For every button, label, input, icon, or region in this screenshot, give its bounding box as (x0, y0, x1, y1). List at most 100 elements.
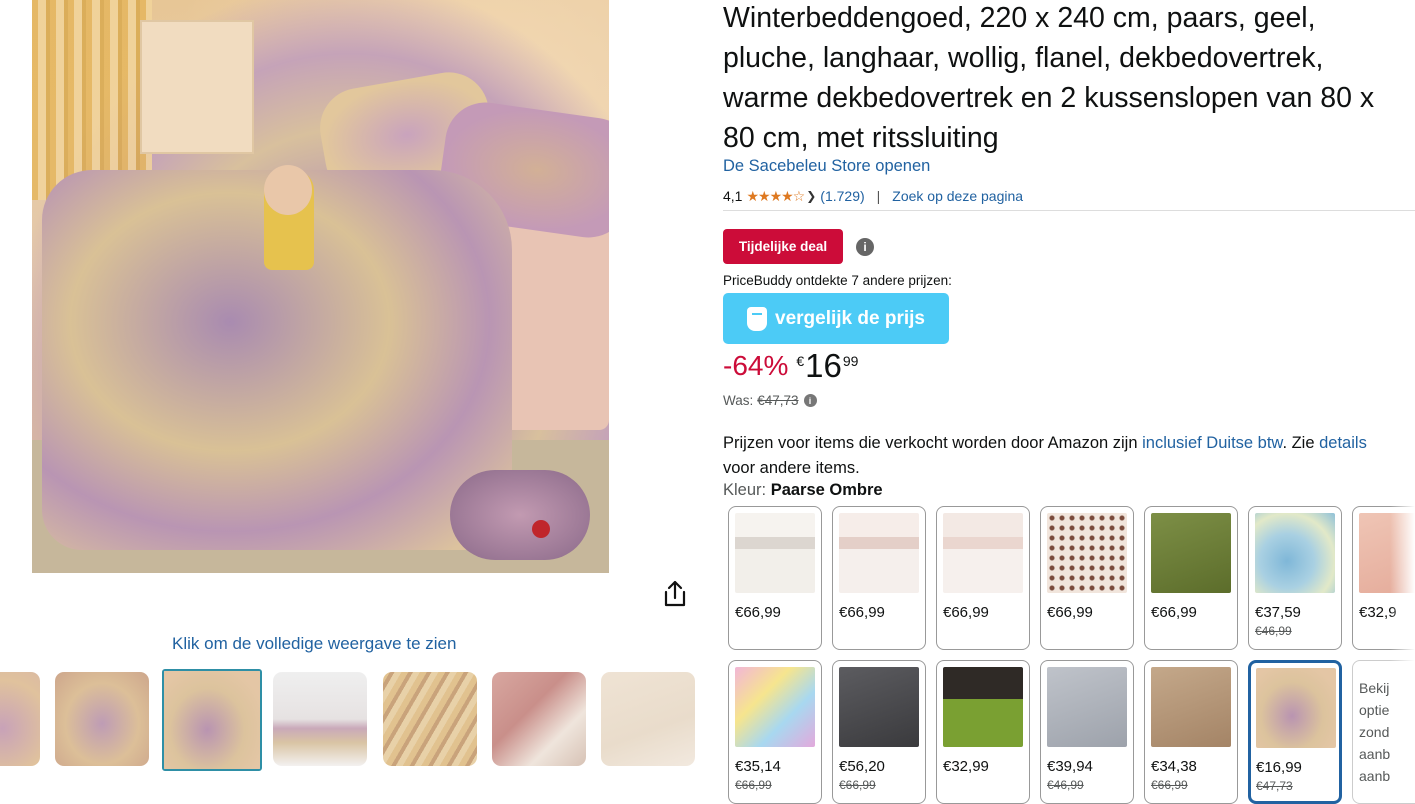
was-price-row: Was: €47,73 i (723, 393, 817, 408)
price-whole: 16 (805, 347, 842, 384)
swatch-row-fade (1390, 500, 1415, 796)
color-swatch[interactable]: €66,99 (936, 506, 1030, 650)
swatch-image (943, 667, 1023, 747)
swatch-image (1151, 513, 1231, 593)
swatch-image (1256, 668, 1336, 748)
image-heart-pillow (450, 470, 590, 560)
product-title-line: pluche, langhaar, wollig, flanel, dekbed… (723, 42, 1324, 74)
swatch-image (839, 667, 919, 747)
price-fraction: 99 (842, 353, 859, 369)
swatch-old-price: €66,99 (735, 778, 772, 792)
gallery-thumbnail-selected[interactable] (162, 669, 262, 771)
color-swatch[interactable]: €56,20 €66,99 (832, 660, 926, 804)
gallery-thumbnail[interactable] (383, 672, 477, 766)
swatch-image (839, 513, 919, 593)
vat-notice: Prijzen voor items die verkocht worden d… (723, 431, 1415, 481)
swatch-old-price: €46,99 (1047, 778, 1084, 792)
swatch-old-price: €46,99 (1255, 624, 1292, 638)
vat-text: . Zie (1282, 434, 1320, 452)
more-options-text: Bekij optie zond aanb aanb (1359, 677, 1390, 787)
pricebuddy-text: PriceBuddy ontdekte 7 andere prijzen: (723, 273, 952, 288)
color-swatch[interactable]: €37,59 €46,99 (1248, 506, 1342, 650)
info-icon[interactable]: i (803, 394, 817, 407)
color-swatch[interactable]: €32,99 (936, 660, 1030, 804)
vat-text: Prijzen voor items die verkocht worden d… (723, 434, 1143, 452)
pricebuddy-icon (747, 306, 768, 331)
product-title-line: 80 cm, met ritssluiting (723, 122, 999, 154)
details-link[interactable]: details (1319, 434, 1367, 452)
gallery-thumbnail[interactable] (55, 672, 149, 766)
more-options-line: aanb (1359, 768, 1391, 784)
swatch-price: €66,99 (943, 604, 989, 621)
discount-percentage: -64% (723, 350, 789, 381)
swatch-old-price: €66,99 (1151, 778, 1188, 792)
full-view-link[interactable]: Klik om de volledige weergave te zien (172, 634, 456, 654)
swatch-price: €35,14 (735, 758, 781, 775)
more-options-line: Bekij (1359, 680, 1390, 696)
color-swatch[interactable]: €66,99 (1040, 506, 1134, 650)
swatch-price: €32,99 (943, 758, 989, 775)
color-selector-label: Kleur: Paarse Ombre (723, 481, 883, 500)
color-label-key: Kleur: (723, 481, 767, 499)
gallery-thumbnail[interactable] (273, 672, 367, 766)
swatch-price: €34,38 (1151, 758, 1197, 775)
rating-value: 4,1 (723, 188, 743, 204)
image-cabinet (140, 20, 254, 154)
vat-link[interactable]: inclusief Duitse btw (1142, 434, 1282, 452)
swatch-image (735, 667, 815, 747)
more-options-line: aanb (1359, 746, 1391, 762)
was-price: €47,73 (757, 393, 799, 408)
swatch-image (1255, 513, 1335, 593)
color-swatch-selected[interactable]: €16,99 €47,73 (1248, 660, 1342, 804)
swatch-image (735, 513, 815, 593)
main-product-image[interactable] (32, 0, 609, 573)
color-swatch[interactable]: €66,99 (728, 506, 822, 650)
compare-price-button[interactable]: vergelijk de prijs (723, 293, 949, 344)
color-swatch[interactable]: €66,99 (832, 506, 926, 650)
swatch-price: €66,99 (1047, 604, 1093, 621)
swatch-price: €66,99 (735, 604, 781, 621)
gallery-thumbnail[interactable] (0, 672, 40, 766)
swatch-old-price: €66,99 (839, 778, 876, 792)
product-title-line: warme dekbedovertrek en 2 kussenslopen v… (723, 82, 1375, 114)
gallery-thumbnail[interactable] (601, 672, 695, 766)
info-icon[interactable]: i (856, 238, 874, 256)
chevron-down-icon[interactable]: ❯ (806, 189, 816, 203)
swatch-price: €16,99 (1256, 759, 1302, 776)
swatch-image (943, 513, 1023, 593)
search-page-link[interactable]: Zoek op deze pagina (892, 188, 1023, 204)
product-title: Winterbeddengoed, 220 x 240 cm, paars, g… (723, 0, 1415, 158)
share-icon[interactable] (662, 580, 688, 608)
swatch-price: €37,59 (1255, 604, 1301, 621)
color-swatch[interactable]: €34,38 €66,99 (1144, 660, 1238, 804)
divider (723, 210, 1415, 211)
swatch-image (1047, 667, 1127, 747)
color-swatch[interactable]: €35,14 €66,99 (728, 660, 822, 804)
store-link[interactable]: De Sacebeleu Store openen (723, 157, 930, 176)
swatch-price: €66,99 (1151, 604, 1197, 621)
swatch-price: €39,94 (1047, 758, 1093, 775)
more-options-line: zond (1359, 724, 1390, 740)
star-rating-icon[interactable]: ★★★★☆ (746, 188, 805, 205)
rating-count-link[interactable]: (1.729) (820, 188, 864, 204)
rating-row: 4,1 ★★★★☆ ❯ (1.729) | Zoek op deze pagin… (723, 187, 1023, 205)
swatch-image (1151, 667, 1231, 747)
price-currency: € (796, 353, 805, 369)
image-flower (532, 520, 550, 538)
product-title-line: Winterbeddengoed, 220 x 240 cm, paars, g… (723, 2, 1316, 34)
gallery-thumbnail[interactable] (492, 672, 586, 766)
color-swatch[interactable]: €66,99 (1144, 506, 1238, 650)
swatch-old-price: €47,73 (1256, 779, 1293, 793)
swatch-image (1047, 513, 1127, 593)
compare-price-label: vergelijk de prijs (775, 307, 925, 329)
was-label: Was: (723, 393, 754, 408)
swatch-price: €66,99 (839, 604, 885, 621)
image-doll-head (264, 165, 312, 215)
more-options-line: optie (1359, 702, 1390, 718)
color-label-value: Paarse Ombre (770, 481, 883, 499)
swatch-price: €56,20 (839, 758, 885, 775)
price-row: -64% € 16 99 (723, 345, 858, 387)
color-swatch[interactable]: €39,94 €46,99 (1040, 660, 1134, 804)
deal-badge: Tijdelijke deal (723, 229, 843, 264)
separator: | (876, 188, 881, 204)
